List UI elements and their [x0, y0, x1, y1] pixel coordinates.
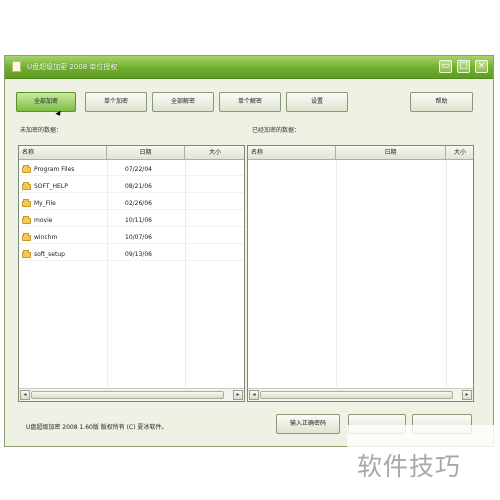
enter-password-button[interactable]: 输入正确密码	[276, 414, 340, 434]
unencrypted-file-list[interactable]: 名称 日期 大小 Program Files 07/22/04 SOFT_HEL…	[18, 145, 245, 402]
column-header-name[interactable]: 名称	[19, 146, 107, 160]
column-divider	[107, 160, 108, 387]
file-row[interactable]: winchm 10/07/06	[19, 232, 244, 244]
help-button[interactable]: 帮助	[410, 92, 473, 112]
scrollbar-thumb[interactable]	[31, 391, 224, 399]
folder-icon	[22, 250, 31, 258]
settings-button[interactable]: 设置	[286, 92, 348, 112]
file-date: 10/11/06	[125, 217, 152, 224]
file-row[interactable]: soft_setup 09/13/06	[19, 249, 244, 261]
column-header-name[interactable]: 名称	[248, 146, 336, 160]
file-row[interactable]: Program Files 07/22/04	[19, 164, 244, 176]
encrypt-single-button[interactable]: 单个加密	[85, 92, 147, 112]
file-date: 10/07/06	[125, 234, 152, 241]
horizontal-scrollbar[interactable]: ◂ ▸	[248, 388, 473, 401]
restore-icon[interactable]: ▭	[439, 60, 452, 73]
scroll-left-icon[interactable]: ◂	[249, 390, 259, 400]
folder-icon	[22, 165, 31, 173]
encrypted-label: 已经加密的数据：	[252, 127, 301, 134]
column-divider	[336, 160, 337, 387]
file-name: Program Files	[34, 166, 75, 173]
column-header-size[interactable]: 大小	[446, 146, 473, 160]
close-icon[interactable]: ×	[475, 60, 488, 73]
column-header-date[interactable]: 日期	[336, 146, 446, 160]
folder-icon	[22, 216, 31, 224]
column-header-date[interactable]: 日期	[107, 146, 185, 160]
file-name: soft_setup	[34, 251, 65, 258]
folder-icon	[22, 233, 31, 241]
encrypt-all-button[interactable]: 全部加密	[16, 92, 76, 112]
encrypted-file-list[interactable]: 名称 日期 大小 ◂ ▸	[247, 145, 474, 402]
horizontal-scrollbar[interactable]: ◂ ▸	[19, 388, 244, 401]
watermark-text: 软件技巧	[357, 452, 462, 481]
file-date: 08/21/06	[125, 183, 152, 190]
file-date: 07/22/04	[125, 166, 152, 173]
scroll-right-icon[interactable]: ▸	[462, 390, 472, 400]
app-icon	[12, 61, 21, 72]
maximize-icon[interactable]: □	[457, 60, 470, 73]
file-row[interactable]: movie 10/11/06	[19, 215, 244, 227]
file-name: winchm	[34, 234, 58, 241]
window-title: U盘超级加密 2008 单位授权	[27, 63, 118, 71]
decrypt-all-button[interactable]: 全部解密	[152, 92, 214, 112]
scrollbar-thumb[interactable]	[260, 391, 453, 399]
column-divider	[185, 160, 186, 387]
column-divider	[446, 160, 447, 387]
title-bar[interactable]: U盘超级加密 2008 单位授权 ▭ □ ×	[5, 56, 493, 79]
file-name: SOFT_HELP	[34, 183, 68, 190]
status-text: U盘超级加密 2008 1.60版 版权所有 (C) 夏冰软件。	[26, 424, 168, 431]
file-date: 02/26/06	[125, 200, 152, 207]
file-name: movie	[34, 217, 53, 224]
file-name: My_File	[34, 200, 56, 207]
column-header-size[interactable]: 大小	[185, 146, 244, 160]
scroll-left-icon[interactable]: ◂	[20, 390, 30, 400]
folder-icon	[22, 182, 31, 190]
decrypt-single-button[interactable]: 单个解密	[219, 92, 281, 112]
scroll-right-icon[interactable]: ▸	[233, 390, 243, 400]
unencrypted-label: 未加密的数据：	[20, 127, 63, 134]
file-date: 09/13/06	[125, 251, 152, 258]
file-row[interactable]: My_File 02/26/06	[19, 198, 244, 210]
file-row[interactable]: SOFT_HELP 08/21/06	[19, 181, 244, 193]
folder-icon	[22, 199, 31, 207]
